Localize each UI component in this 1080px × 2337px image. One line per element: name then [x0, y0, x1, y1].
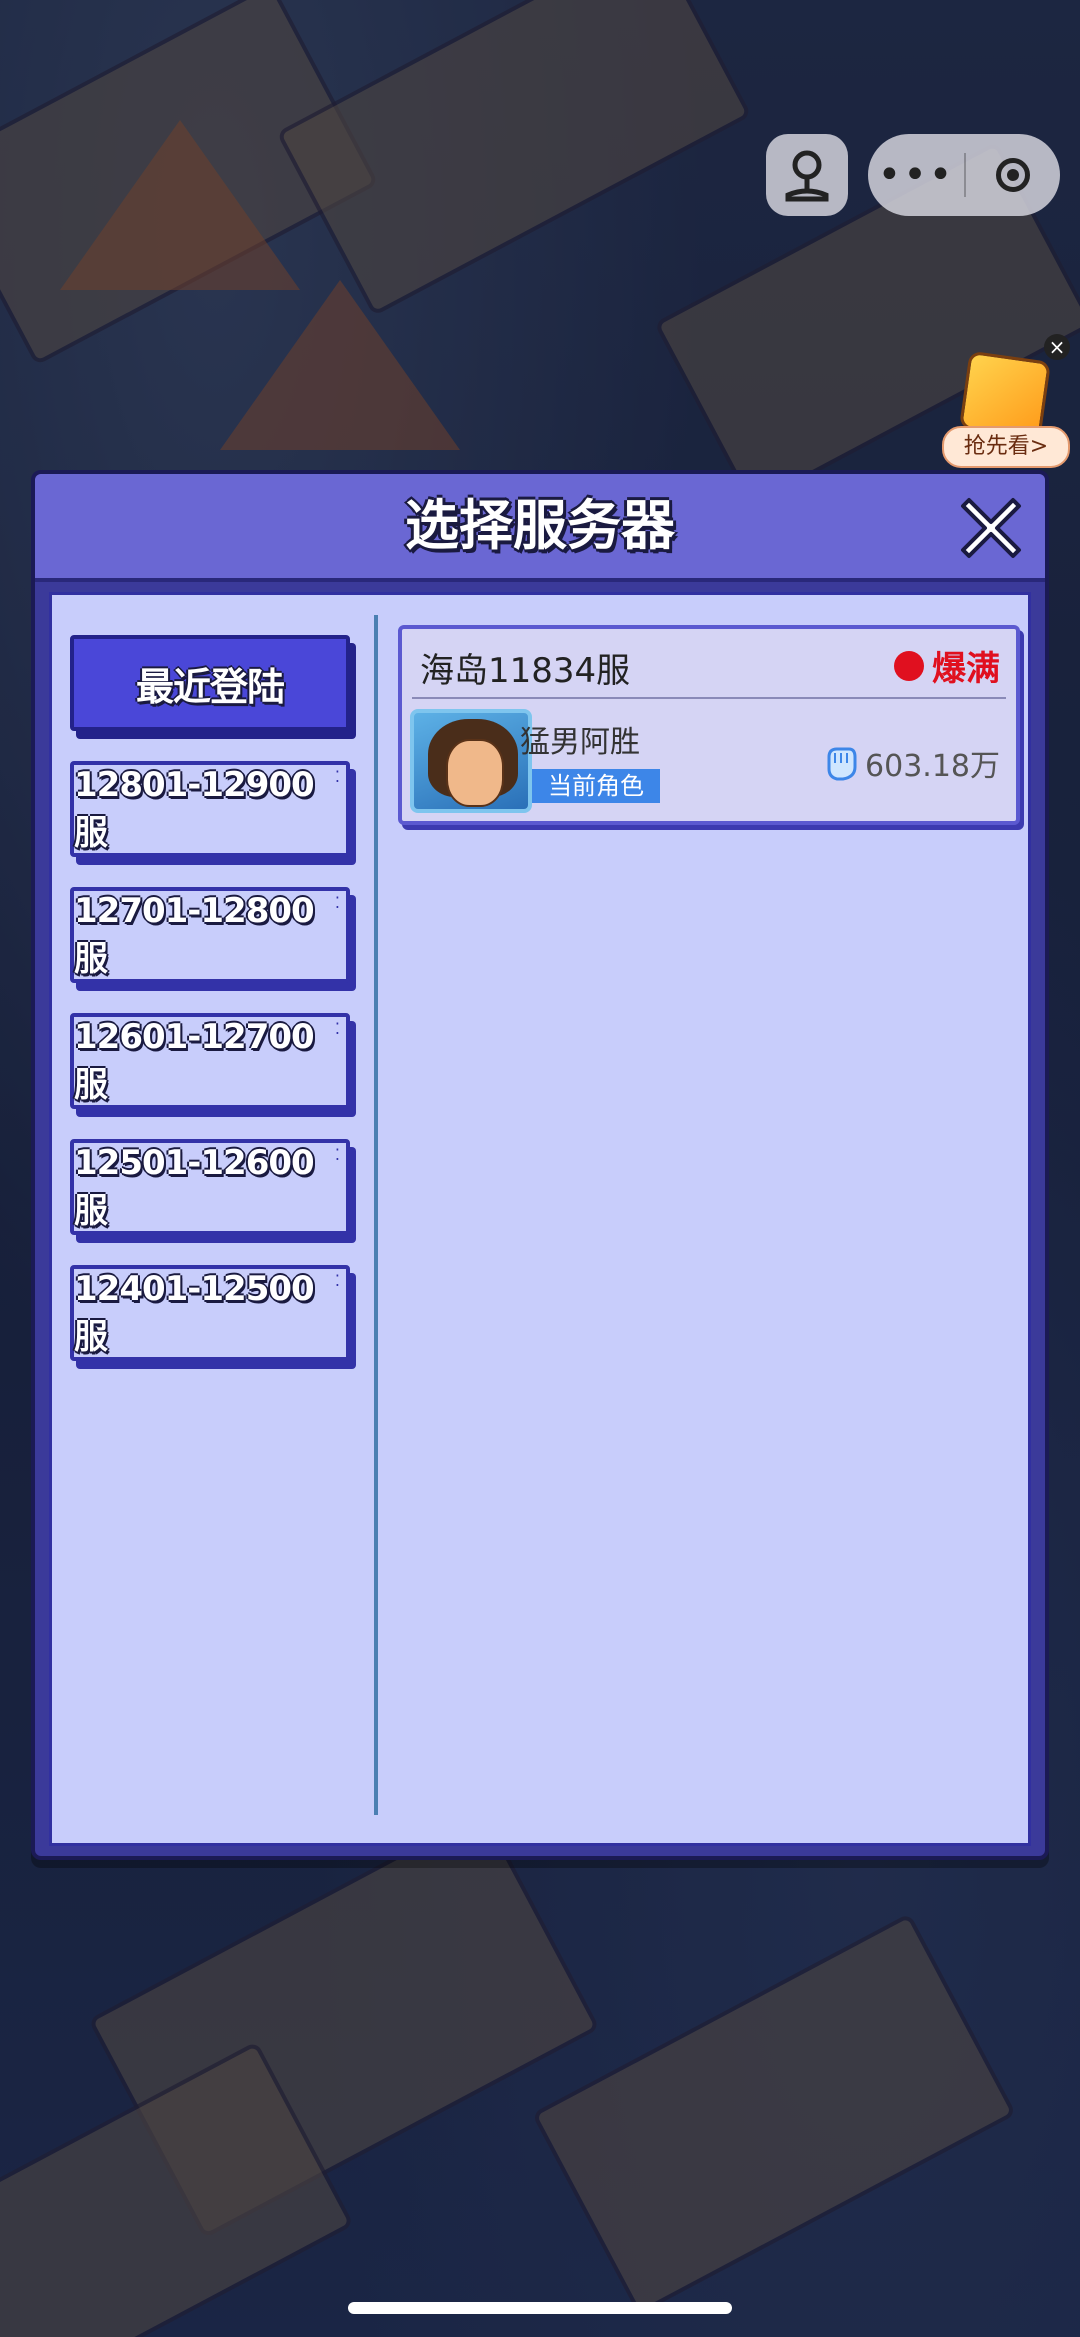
- promo-label[interactable]: 抢先看>: [942, 426, 1070, 468]
- dialog-body: 最近登陆 ⁚ 12801-12900服 ⁚ 12701-12800服 ⁚ 126…: [49, 592, 1031, 1846]
- corner-dots-icon: ⁚: [334, 767, 340, 786]
- server-name: 海岛11834服: [420, 651, 631, 691]
- tab-range-12401-12500[interactable]: ⁚ 12401-12500服: [70, 1265, 350, 1361]
- tab-range-12701-12800[interactable]: ⁚ 12701-12800服: [70, 887, 350, 983]
- power-fist-icon: [827, 747, 857, 781]
- corner-dots-icon: ⁚: [334, 893, 340, 912]
- joystick-button[interactable]: [766, 134, 848, 216]
- close-button[interactable]: [955, 490, 1027, 562]
- tab-recent-login[interactable]: 最近登陆: [70, 635, 350, 731]
- promo-widget[interactable]: × 抢先看>: [942, 334, 1070, 468]
- tab-label: 12601-12700服: [74, 1016, 315, 1105]
- exit-button[interactable]: [966, 158, 1060, 192]
- tab-label: 12801-12900服: [74, 764, 315, 853]
- role-name: 猛男阿胜: [520, 725, 640, 760]
- status-dot-icon: [894, 650, 924, 681]
- more-icon[interactable]: •••: [868, 134, 964, 216]
- tab-range-12801-12900[interactable]: ⁚ 12801-12900服: [70, 761, 350, 857]
- tab-label: 12501-12600服: [74, 1142, 315, 1231]
- dialog-title: 选择服务器: [405, 494, 675, 557]
- status-text: 爆满: [932, 649, 1000, 689]
- avatar: [410, 709, 532, 813]
- mini-program-capsule: •••: [868, 134, 1060, 216]
- tab-label: 最近登陆: [135, 664, 285, 709]
- power-value: 603.18万: [865, 749, 1000, 784]
- tab-range-12601-12700[interactable]: ⁚ 12601-12700服: [70, 1013, 350, 1109]
- range-tab-list: 最近登陆 ⁚ 12801-12900服 ⁚ 12701-12800服 ⁚ 126…: [52, 595, 378, 1843]
- current-role-badge: 当前角色: [532, 769, 660, 803]
- tab-range-12501-12600[interactable]: ⁚ 12501-12600服: [70, 1139, 350, 1235]
- server-card[interactable]: 海岛11834服 爆满 猛男阿胜 当前角色 603.18万: [398, 625, 1020, 825]
- joystick-icon: [785, 150, 829, 202]
- card-divider: [412, 697, 1006, 699]
- corner-dots-icon: ⁚: [334, 1019, 340, 1038]
- target-icon: [996, 158, 1030, 192]
- server-status: 爆满: [894, 641, 1000, 690]
- corner-dots-icon: ⁚: [334, 1271, 340, 1290]
- column-divider: [374, 615, 378, 1815]
- server-select-dialog: 选择服务器 最近登陆 ⁚ 12801-12900服 ⁚ 12701-12800服…: [31, 470, 1049, 1860]
- home-indicator[interactable]: [348, 2302, 732, 2314]
- tab-label: 12401-12500服: [74, 1268, 315, 1357]
- power-display: 603.18万: [821, 741, 1000, 785]
- corner-dots-icon: ⁚: [334, 1145, 340, 1164]
- promo-close-icon[interactable]: ×: [1044, 334, 1070, 360]
- tab-label: 12701-12800服: [74, 890, 315, 979]
- dialog-header: 选择服务器: [35, 474, 1045, 582]
- close-icon: [961, 498, 1021, 558]
